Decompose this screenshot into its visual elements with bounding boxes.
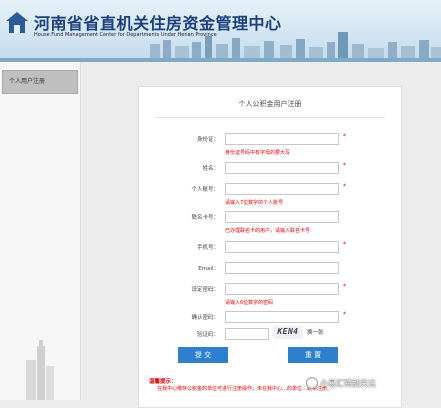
password-input[interactable] — [225, 283, 339, 295]
account-hint: 请输入7位数字的个人账号 — [225, 200, 284, 206]
notice-title: 温馨提示： — [149, 379, 177, 385]
password-label: 设定密码： — [191, 287, 219, 293]
name-label: 姓名： — [202, 166, 219, 172]
confirm-password-input[interactable] — [225, 311, 339, 323]
account-label: 个人账号： — [191, 187, 219, 193]
registration-form: 个人公积金用户注册 身份证： * 身份证号码中有字母的要大写 姓名： * 个人账… — [138, 86, 402, 408]
sidebar-building-graphic — [26, 340, 54, 400]
required-mark: * — [343, 241, 346, 248]
watermark-icon — [306, 377, 318, 389]
title-divider — [155, 117, 385, 118]
form-title: 个人公积金用户注册 — [238, 100, 302, 108]
captcha-input[interactable] — [225, 328, 269, 340]
captcha-image[interactable]: KEN4 — [273, 326, 303, 339]
required-mark: * — [343, 183, 346, 190]
captcha-text: KEN4 — [277, 327, 299, 336]
account-input[interactable] — [225, 183, 339, 195]
site-title: 河南省省直机关住房资金管理中心 — [34, 14, 282, 33]
refresh-captcha-link[interactable]: 换一张 — [307, 328, 324, 336]
captcha-label: 验证码： — [196, 332, 219, 338]
card-hint: 已办理联名卡的用户，请输入联名卡号 — [225, 228, 311, 234]
email-input[interactable] — [225, 262, 339, 274]
required-mark: * — [343, 283, 346, 290]
id-card-input[interactable] — [225, 133, 339, 145]
city-skyline-graphic — [0, 32, 441, 62]
site-header: 河南省省直机关住房资金管理中心 House Fund Management Ce… — [0, 0, 441, 62]
phone-label: 手机号： — [196, 245, 219, 251]
card-input[interactable] — [225, 211, 339, 223]
confirm-password-label: 确认密码： — [191, 315, 219, 321]
email-label: Email： — [198, 266, 219, 272]
required-mark: * — [343, 162, 346, 169]
name-input[interactable] — [225, 162, 339, 174]
watermark: 小易汇特别关注 — [320, 379, 376, 388]
required-mark: * — [343, 133, 346, 140]
reset-button[interactable]: 重 置 — [288, 347, 338, 363]
sidebar-item-register[interactable]: 个人用户注册 — [2, 70, 78, 94]
sidebar: 个人用户注册 — [0, 62, 81, 400]
id-card-label: 身份证： — [196, 137, 219, 143]
required-mark: * — [343, 311, 346, 318]
phone-input[interactable] — [225, 241, 339, 253]
password-hint: 请输入6位数字的密码 — [225, 300, 274, 306]
id-card-hint: 身份证号码中有字母的要大写 — [225, 150, 291, 156]
submit-button[interactable]: 提 交 — [178, 347, 228, 363]
card-label: 联名卡号： — [191, 215, 219, 221]
